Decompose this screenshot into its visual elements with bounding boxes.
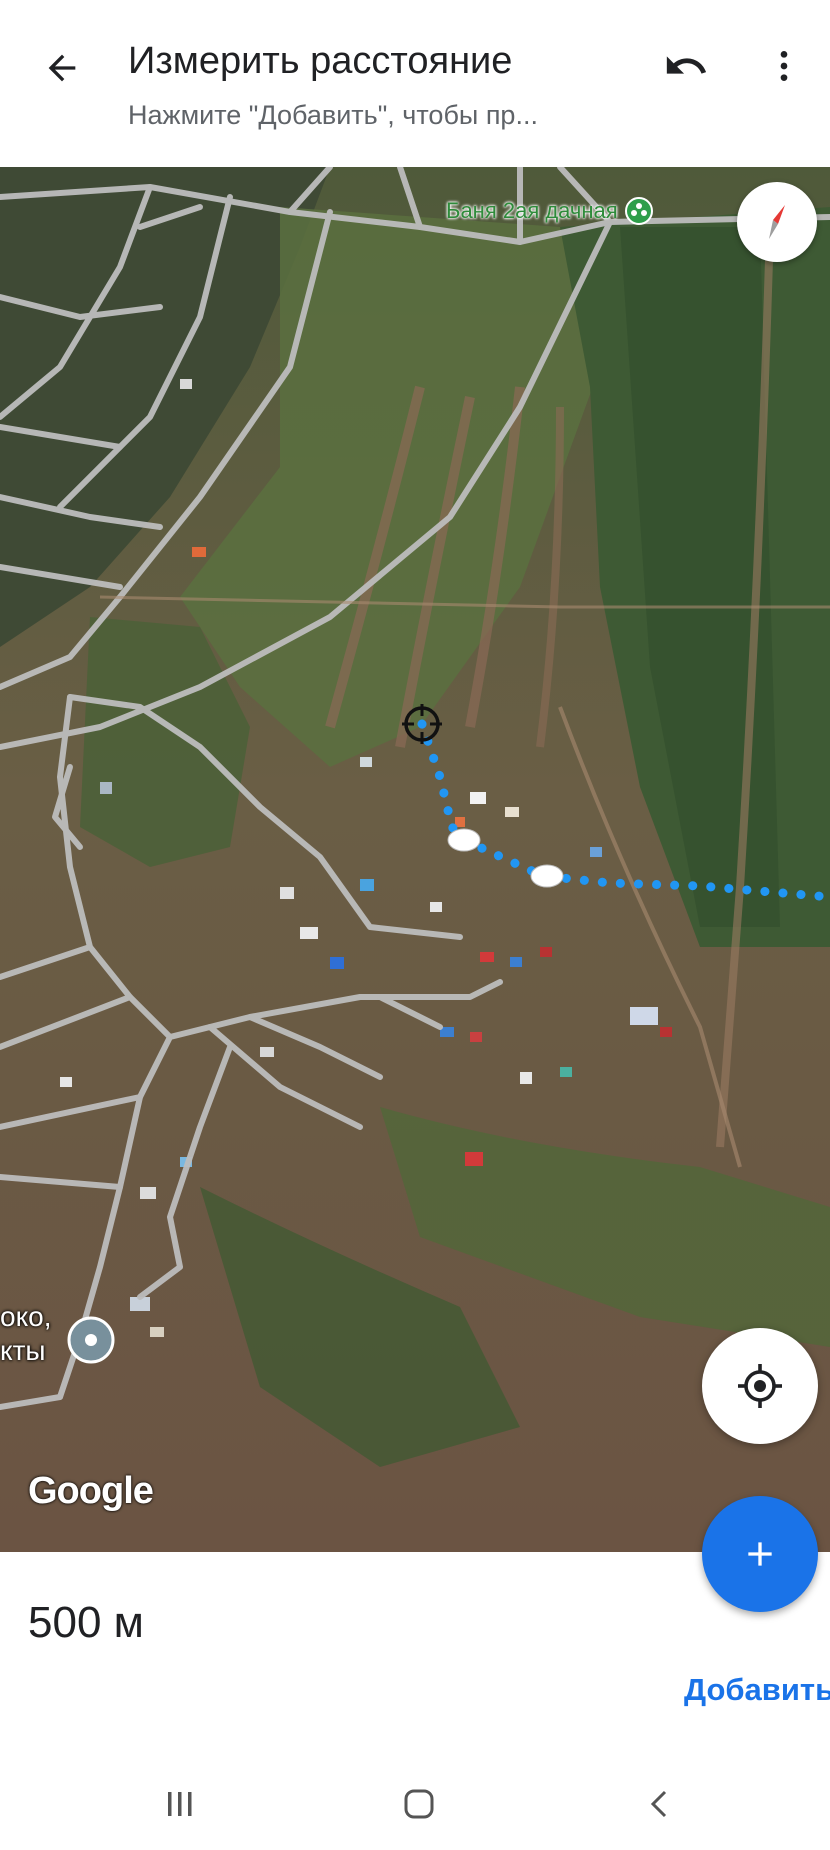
distance-value: 500 м — [28, 1598, 144, 1647]
place-label-line-2: кты — [0, 1335, 46, 1366]
place-label[interactable]: око, кты — [0, 1300, 52, 1368]
recents-button[interactable] — [150, 1774, 210, 1834]
app-bar: Измерить расстояние Нажмите "Добавить", … — [0, 0, 830, 167]
home-icon — [404, 1789, 434, 1819]
satellite-map[interactable]: Баня 2ая дачная око, кты Google — [0, 167, 830, 1552]
more-vert-icon — [780, 51, 788, 81]
compass-icon — [769, 205, 785, 239]
poi-marker[interactable]: Баня 2ая дачная — [446, 196, 654, 226]
home-button[interactable] — [389, 1774, 449, 1834]
recents-icon — [168, 1792, 192, 1816]
poi-label: Баня 2ая дачная — [446, 198, 618, 223]
my-location-icon — [738, 1364, 782, 1408]
system-back-button[interactable] — [630, 1774, 690, 1834]
back-button[interactable] — [30, 36, 94, 100]
google-logo: Google — [28, 1470, 154, 1512]
page-subtitle: Нажмите "Добавить", чтобы пр... — [128, 100, 538, 130]
satellite-imagery — [0, 167, 830, 1552]
undo-button[interactable] — [654, 34, 718, 98]
place-label-line-1: око, — [0, 1301, 52, 1332]
compass-button[interactable] — [737, 182, 817, 262]
arrow-back-icon — [48, 54, 76, 82]
plus-icon — [748, 1542, 772, 1566]
back-chevron-icon — [650, 1790, 667, 1818]
undo-icon — [666, 56, 707, 74]
page-title: Измерить расстояние — [128, 40, 513, 82]
my-location-button[interactable] — [702, 1328, 818, 1444]
poi-icon — [624, 197, 653, 225]
place-pin-icon[interactable] — [66, 1315, 116, 1365]
add-button[interactable]: Добавить — [684, 1672, 830, 1708]
more-options-button[interactable] — [752, 34, 816, 98]
system-navigation-bar — [0, 1760, 830, 1850]
add-point-fab[interactable] — [702, 1496, 818, 1612]
